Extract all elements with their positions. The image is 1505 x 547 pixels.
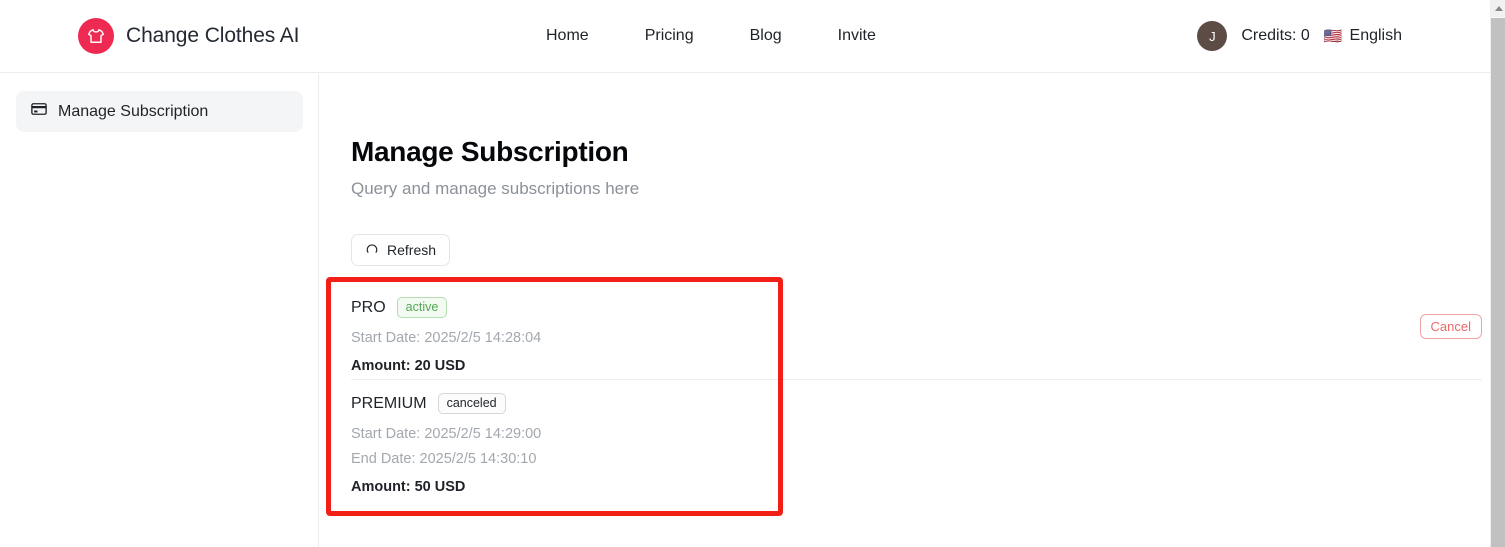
- avatar[interactable]: J: [1197, 21, 1228, 51]
- scrollbar-thumb[interactable]: [1491, 18, 1505, 547]
- subscription-row: PRO active Start Date: 2025/2/5 14:28:04…: [351, 284, 1482, 380]
- sidebar-item-label: Manage Subscription: [58, 102, 209, 120]
- subscription-row: PREMIUM canceled Start Date: 2025/2/5 14…: [351, 380, 1482, 495]
- refresh-icon: [365, 242, 379, 259]
- nav-item-home[interactable]: Home: [546, 27, 589, 45]
- vertical-scrollbar[interactable]: [1490, 0, 1505, 547]
- status-badge: active: [396, 297, 448, 318]
- page-title: Manage Subscription: [351, 136, 629, 167]
- subscription-list: PRO active Start Date: 2025/2/5 14:28:04…: [351, 284, 1482, 495]
- language-label: English: [1349, 27, 1402, 44]
- subscription-header: PRO active: [351, 284, 1482, 318]
- end-date: End Date: 2025/2/5 14:30:10: [351, 451, 537, 468]
- sidebar-item-manage-subscription[interactable]: Manage Subscription: [16, 91, 303, 132]
- subscription-header: PREMIUM canceled: [351, 380, 1482, 414]
- plan-name: PREMIUM: [351, 394, 427, 412]
- nav-item-pricing[interactable]: Pricing: [645, 27, 694, 45]
- amount: Amount: 50 USD: [351, 479, 466, 496]
- nav-item-blog[interactable]: Blog: [750, 27, 782, 45]
- sidebar: Manage Subscription: [0, 74, 319, 547]
- credits-label: Credits: 0: [1241, 27, 1310, 44]
- start-date: Start Date: 2025/2/5 14:28:04: [351, 330, 542, 346]
- credit-card-icon: [30, 100, 48, 123]
- refresh-button-label: Refresh: [387, 242, 437, 258]
- brand-name: Change Clothes AI: [126, 24, 300, 47]
- app-root: Change Clothes AI Home Pricing Blog Invi…: [0, 0, 1505, 547]
- nav-item-invite[interactable]: Invite: [838, 27, 876, 45]
- brand[interactable]: Change Clothes AI: [78, 18, 300, 54]
- refresh-button[interactable]: Refresh: [351, 234, 451, 266]
- cancel-subscription-button[interactable]: Cancel: [1419, 314, 1482, 339]
- status-badge: canceled: [437, 393, 506, 414]
- us-flag-icon: 🇺🇸: [1323, 27, 1343, 45]
- site-header: Change Clothes AI Home Pricing Blog Invi…: [0, 0, 1490, 73]
- header-actions: J Credits: 0 🇺🇸 English: [1197, 21, 1402, 51]
- page-subtitle: Query and manage subscriptions here: [351, 179, 640, 198]
- main-nav: Home Pricing Blog Invite: [546, 27, 876, 45]
- tshirt-icon: [78, 18, 114, 54]
- plan-name: PRO: [351, 298, 386, 316]
- start-date: Start Date: 2025/2/5 14:29:00: [351, 426, 542, 442]
- main-content: Manage Subscription Query and manage sub…: [320, 74, 1490, 547]
- amount: Amount: 20 USD: [351, 358, 466, 375]
- language-selector[interactable]: 🇺🇸 English: [1324, 27, 1402, 45]
- scroll-up-arrow-icon[interactable]: [1491, 0, 1505, 17]
